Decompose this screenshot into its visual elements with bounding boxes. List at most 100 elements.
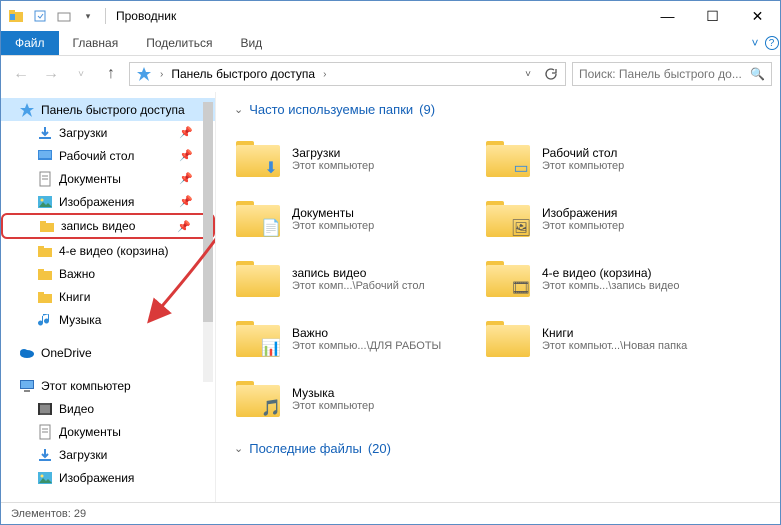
close-button[interactable]: ✕ bbox=[735, 1, 780, 31]
section-recent[interactable]: ⌄ Последние файлы (20) bbox=[234, 441, 776, 456]
documents-icon bbox=[37, 424, 53, 440]
title-bar: ▾ Проводник — ☐ ✕ bbox=[1, 1, 780, 31]
tree-item[interactable]: Рабочий стол 📌 bbox=[1, 144, 215, 167]
folder-item[interactable]: Книги Этот компьют...\Новая папка bbox=[484, 309, 734, 369]
folder-path: Этот компьютер bbox=[542, 160, 624, 172]
qat-newfolder-icon[interactable] bbox=[53, 5, 75, 27]
chevron-right-icon[interactable]: › bbox=[156, 69, 167, 80]
content-pane: ⌄ Часто используемые папки (9) ⬇ Загрузк… bbox=[216, 92, 780, 502]
maximize-button[interactable]: ☐ bbox=[690, 1, 735, 31]
address-bar[interactable]: › Панель быстрого доступа › ˅ bbox=[129, 62, 566, 86]
music-icon bbox=[37, 312, 53, 328]
tree-item[interactable]: Видео bbox=[1, 397, 215, 420]
tree-item-label: запись видео bbox=[61, 219, 135, 233]
folder-icon: 📊 bbox=[234, 319, 282, 359]
tree-item-label: Видео bbox=[59, 402, 94, 416]
address-dropdown-icon[interactable]: ˅ bbox=[519, 69, 537, 80]
refresh-icon[interactable] bbox=[537, 67, 563, 81]
folder-item[interactable]: 🖼 Изображения Этот компьютер bbox=[484, 189, 734, 249]
folder-path: Этот компьютер bbox=[292, 220, 374, 232]
tree-item-label: Загрузки bbox=[59, 448, 107, 462]
tree-item[interactable]: Изображения 📌 bbox=[1, 190, 215, 213]
folder-icon: ⬇ bbox=[234, 139, 282, 179]
breadcrumb[interactable]: Панель быстрого доступа bbox=[167, 67, 319, 81]
tree-onedrive[interactable]: OneDrive bbox=[1, 341, 215, 364]
ribbon-help-icon[interactable]: ˅ ? bbox=[750, 31, 780, 55]
qat-properties-icon[interactable] bbox=[29, 5, 51, 27]
folder-icon: 🎵 bbox=[234, 379, 282, 419]
recent-dropdown[interactable]: ˅ bbox=[69, 62, 93, 86]
folder-icon bbox=[37, 243, 53, 259]
tree-quick-access[interactable]: Панель быстрого доступа bbox=[1, 98, 215, 121]
tree-item-label: Документы bbox=[59, 425, 121, 439]
tree-label: Этот компьютер bbox=[41, 379, 131, 393]
downloads-icon bbox=[37, 447, 53, 463]
qat-dropdown-icon[interactable]: ▾ bbox=[77, 5, 99, 27]
chevron-down-icon: ⌄ bbox=[234, 103, 243, 116]
tree-item[interactable]: Важно bbox=[1, 262, 215, 285]
pin-icon: 📌 bbox=[179, 195, 193, 208]
tree-item[interactable]: Изображения bbox=[1, 466, 215, 489]
folder-path: Этот компь...\запись видео bbox=[542, 280, 680, 292]
folder-name: Загрузки bbox=[292, 146, 374, 160]
status-bar: Элементов: 29 bbox=[1, 502, 780, 525]
folder-item[interactable]: 📄 Документы Этот компьютер bbox=[234, 189, 484, 249]
tab-view[interactable]: Вид bbox=[226, 31, 276, 55]
folder-item[interactable]: ▭ Рабочий стол Этот компьютер bbox=[484, 129, 734, 189]
tree-scrollbar[interactable] bbox=[203, 102, 213, 382]
forward-button[interactable]: → bbox=[39, 62, 63, 86]
folder-item[interactable]: ⬇ Загрузки Этот компьютер bbox=[234, 129, 484, 189]
tree-item[interactable]: Документы bbox=[1, 420, 215, 443]
folder-icon: ▭ bbox=[484, 139, 532, 179]
status-elements-label: Элементов: bbox=[11, 508, 71, 520]
folder-name: Книги bbox=[542, 326, 687, 340]
pin-icon: 📌 bbox=[177, 220, 191, 233]
folder-item[interactable]: 🎞 4-е видео (корзина) Этот компь...\запи… bbox=[484, 249, 734, 309]
tab-share[interactable]: Поделиться bbox=[132, 31, 226, 55]
tree-this-pc[interactable]: Этот компьютер bbox=[1, 374, 215, 397]
tree-item[interactable]: запись видео 📌 bbox=[1, 213, 215, 239]
tab-file[interactable]: Файл bbox=[1, 31, 59, 55]
folder-name: Рабочий стол bbox=[542, 146, 624, 160]
folder-item[interactable]: 🎵 Музыка Этот компьютер bbox=[234, 369, 734, 429]
tree-item-label: Изображения bbox=[59, 471, 134, 485]
tree-item[interactable]: 4-е видео (корзина) bbox=[1, 239, 215, 262]
search-box[interactable]: 🔍 bbox=[572, 62, 772, 86]
tree-item[interactable]: Документы 📌 bbox=[1, 167, 215, 190]
window-title: Проводник bbox=[116, 9, 176, 23]
pin-icon: 📌 bbox=[179, 149, 193, 162]
quick-access-star-icon bbox=[136, 66, 152, 82]
tree-item[interactable]: Музыка bbox=[1, 308, 215, 331]
up-button[interactable]: ↑ bbox=[99, 62, 123, 86]
folder-name: запись видео bbox=[292, 266, 425, 280]
search-input[interactable] bbox=[579, 67, 750, 81]
tree-item[interactable]: Загрузки bbox=[1, 443, 215, 466]
explorer-icon bbox=[5, 5, 27, 27]
section-frequent[interactable]: ⌄ Часто используемые папки (9) bbox=[234, 102, 776, 117]
tree-item-label: Важно bbox=[59, 267, 95, 281]
chevron-right-icon[interactable]: › bbox=[319, 69, 330, 80]
folder-path: Этот компьютер bbox=[292, 160, 374, 172]
folder-item[interactable]: запись видео Этот комп...\Рабочий стол bbox=[234, 249, 484, 309]
folder-icon bbox=[234, 259, 282, 299]
folder-path: Этот компьютер bbox=[292, 400, 374, 412]
minimize-button[interactable]: — bbox=[645, 1, 690, 31]
tree-item[interactable]: Книги bbox=[1, 285, 215, 308]
folder-icon bbox=[484, 319, 532, 359]
folder-path: Этот компьютер bbox=[542, 220, 624, 232]
back-button[interactable]: ← bbox=[9, 62, 33, 86]
documents-icon bbox=[37, 171, 53, 187]
tree-item-label: Книги bbox=[59, 290, 90, 304]
tree-item-label: Документы bbox=[59, 172, 121, 186]
status-elements-count: 29 bbox=[74, 508, 86, 520]
separator bbox=[105, 8, 106, 24]
folder-name: Важно bbox=[292, 326, 441, 340]
star-icon bbox=[19, 102, 35, 118]
tree-item[interactable]: Загрузки 📌 bbox=[1, 121, 215, 144]
folder-item[interactable]: 📊 Важно Этот компью...\ДЛЯ РАБОТЫ bbox=[234, 309, 484, 369]
tree-item-label: Изображения bbox=[59, 195, 134, 209]
tab-home[interactable]: Главная bbox=[59, 31, 133, 55]
search-icon[interactable]: 🔍 bbox=[750, 67, 765, 81]
folder-path: Этот компью...\ДЛЯ РАБОТЫ bbox=[292, 340, 441, 352]
desktop-icon bbox=[37, 148, 53, 164]
